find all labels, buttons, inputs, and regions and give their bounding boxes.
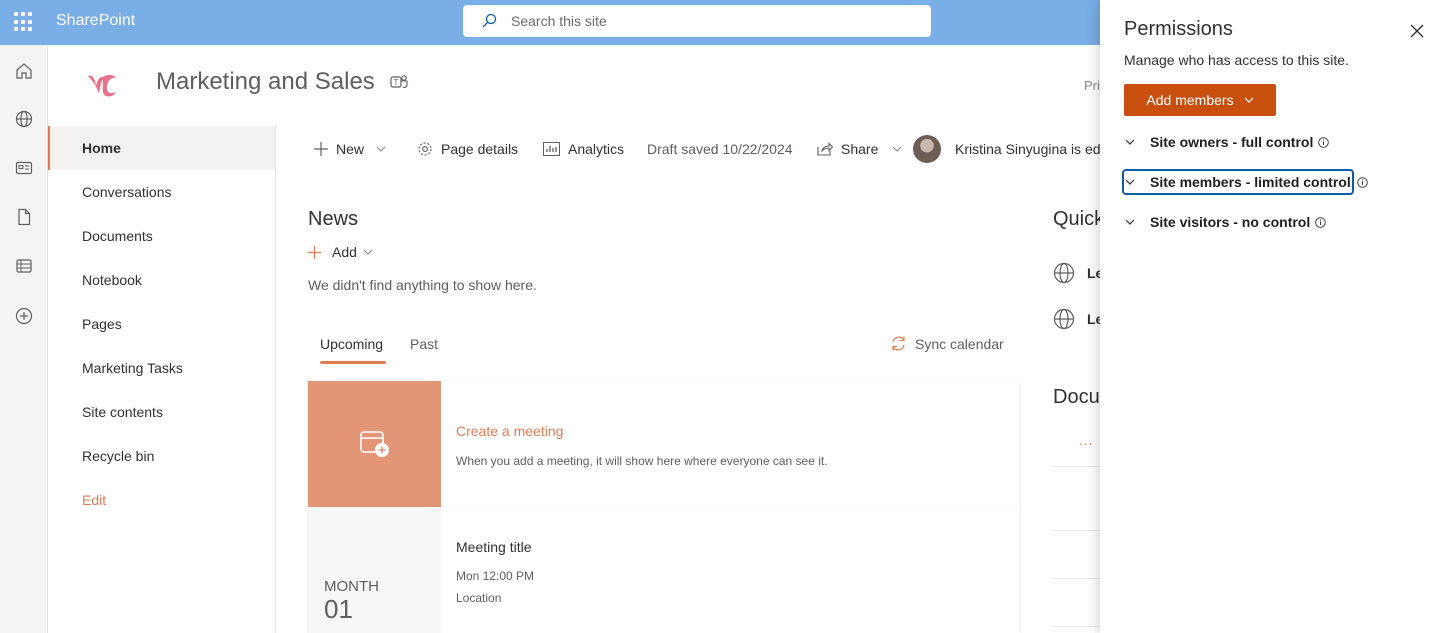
info-icon[interactable]: [1315, 216, 1327, 228]
sync-calendar-label: Sync calendar: [915, 335, 1004, 352]
calendar-add-icon: [360, 431, 389, 457]
group-site-owners[interactable]: Site owners - full control: [1124, 131, 1330, 153]
create-meeting-tile: [308, 381, 441, 507]
group-site-visitors[interactable]: Site visitors - no control: [1124, 211, 1327, 233]
search-box[interactable]: Search this site: [463, 5, 931, 37]
privacy-label: Pri: [1084, 78, 1100, 93]
permissions-panel: Permissions Manage who has access to thi…: [1100, 0, 1440, 633]
app-bar: [0, 45, 48, 633]
analytics-icon: [543, 142, 560, 156]
event-location: Location: [456, 591, 502, 605]
news-icon[interactable]: [14, 158, 34, 178]
site-navigation: Home Conversations Documents Notebook Pa…: [48, 125, 276, 633]
tab-upcoming[interactable]: Upcoming: [320, 336, 383, 352]
divider: [1053, 466, 1100, 467]
chevron-down-icon: [363, 249, 373, 255]
document-icon[interactable]: [14, 207, 34, 227]
panel-subtitle: Manage who has access to this site.: [1124, 52, 1349, 68]
chevron-down-icon: [1125, 219, 1135, 225]
sync-icon: [892, 336, 905, 351]
share-label: Share: [841, 141, 879, 157]
globe-icon: [1053, 262, 1075, 284]
site-title[interactable]: Marketing and Sales: [156, 68, 375, 96]
info-icon[interactable]: [1318, 136, 1330, 148]
nav-item-recycle-bin[interactable]: Recycle bin: [48, 434, 275, 478]
chevron-down-icon: [1125, 139, 1135, 145]
lists-icon[interactable]: [14, 256, 34, 276]
nav-item-notebook[interactable]: Notebook: [48, 258, 275, 302]
info-icon[interactable]: [1356, 176, 1368, 188]
app-name[interactable]: SharePoint: [56, 12, 135, 30]
nav-item-site-contents[interactable]: Site contents: [48, 390, 275, 434]
divider: [1053, 530, 1100, 531]
group-label: Site members - limited control: [1150, 174, 1351, 190]
create-meeting-link[interactable]: Create a meeting: [456, 423, 563, 439]
chevron-down-icon: [1125, 179, 1135, 185]
globe-icon[interactable]: [14, 109, 34, 129]
page-details-button[interactable]: Page details: [417, 140, 518, 158]
share-icon: [817, 142, 833, 156]
documents-heading: Docu: [1053, 386, 1100, 408]
chevron-down-icon: [892, 146, 902, 152]
globe-icon: [1053, 308, 1075, 330]
nav-item-pages[interactable]: Pages: [48, 302, 275, 346]
plus-icon: [314, 142, 328, 156]
active-tab-indicator: [320, 361, 386, 364]
news-add-label: Add: [332, 244, 357, 260]
create-icon[interactable]: [14, 306, 34, 326]
nav-item-conversations[interactable]: Conversations: [48, 170, 275, 214]
page-details-label: Page details: [441, 141, 519, 157]
group-label: Site visitors - no control: [1150, 214, 1311, 230]
plus-icon: [308, 245, 321, 259]
chevron-down-icon: [1244, 97, 1254, 103]
app-launcher-icon[interactable]: [14, 12, 34, 32]
analytics-button[interactable]: Analytics: [543, 140, 624, 158]
svg-text:T: T: [394, 78, 399, 87]
more-options-icon[interactable]: ...: [1079, 432, 1094, 448]
tab-past[interactable]: Past: [410, 336, 438, 352]
quick-links-heading: Quick: [1053, 208, 1105, 230]
event-day: 01: [324, 594, 353, 624]
event-date-tile: MONTH 01: [308, 507, 441, 633]
event-title: Meeting title: [456, 539, 532, 555]
create-meeting-description: When you add a meeting, it will show her…: [456, 454, 828, 468]
search-icon: [482, 13, 497, 28]
analytics-label: Analytics: [568, 141, 625, 157]
add-members-button[interactable]: Add members: [1124, 84, 1276, 116]
news-add-button[interactable]: Add: [308, 244, 373, 260]
editing-status: Kristina Sinyugina is edi: [955, 141, 1100, 157]
news-heading: News: [308, 208, 359, 230]
group-site-members[interactable]: Site members - limited control: [1122, 169, 1368, 195]
teams-icon[interactable]: T: [390, 73, 408, 91]
share-button[interactable]: Share: [817, 140, 902, 158]
nav-edit-link[interactable]: Edit: [48, 478, 275, 522]
gear-icon: [418, 142, 432, 156]
quick-link-item[interactable]: Le: [1053, 262, 1103, 284]
home-icon[interactable]: [14, 61, 34, 81]
quick-link-item[interactable]: Le: [1053, 308, 1103, 330]
add-members-label: Add members: [1146, 92, 1234, 108]
chevron-down-icon: [376, 146, 386, 152]
sync-calendar-button[interactable]: Sync calendar: [890, 335, 1004, 352]
group-label: Site owners - full control: [1150, 134, 1314, 150]
nav-item-marketing-tasks[interactable]: Marketing Tasks: [48, 346, 275, 390]
event-month: MONTH: [324, 578, 379, 595]
panel-title: Permissions: [1124, 18, 1233, 40]
divider: [1053, 626, 1100, 627]
site-logo[interactable]: [86, 68, 122, 100]
create-meeting-card[interactable]: Create a meeting When you add a meeting,…: [308, 381, 1020, 507]
divider: [1053, 578, 1100, 579]
nav-item-home[interactable]: Home: [48, 126, 275, 170]
nav-item-documents[interactable]: Documents: [48, 214, 275, 258]
event-time: Mon 12:00 PM: [456, 569, 535, 583]
group-site-members-focus: Site members - limited control: [1122, 169, 1354, 195]
search-placeholder: Search this site: [511, 13, 607, 29]
new-label: New: [336, 141, 365, 157]
news-empty-message: We didn't find anything to show here.: [308, 277, 537, 293]
sample-event-card[interactable]: MONTH 01 Meeting title Mon 12:00 PM Loca…: [308, 507, 1020, 633]
new-button[interactable]: New: [314, 140, 386, 158]
avatar[interactable]: [913, 135, 941, 163]
draft-status: Draft saved 10/22/2024: [647, 141, 793, 157]
close-icon[interactable]: [1410, 24, 1424, 38]
